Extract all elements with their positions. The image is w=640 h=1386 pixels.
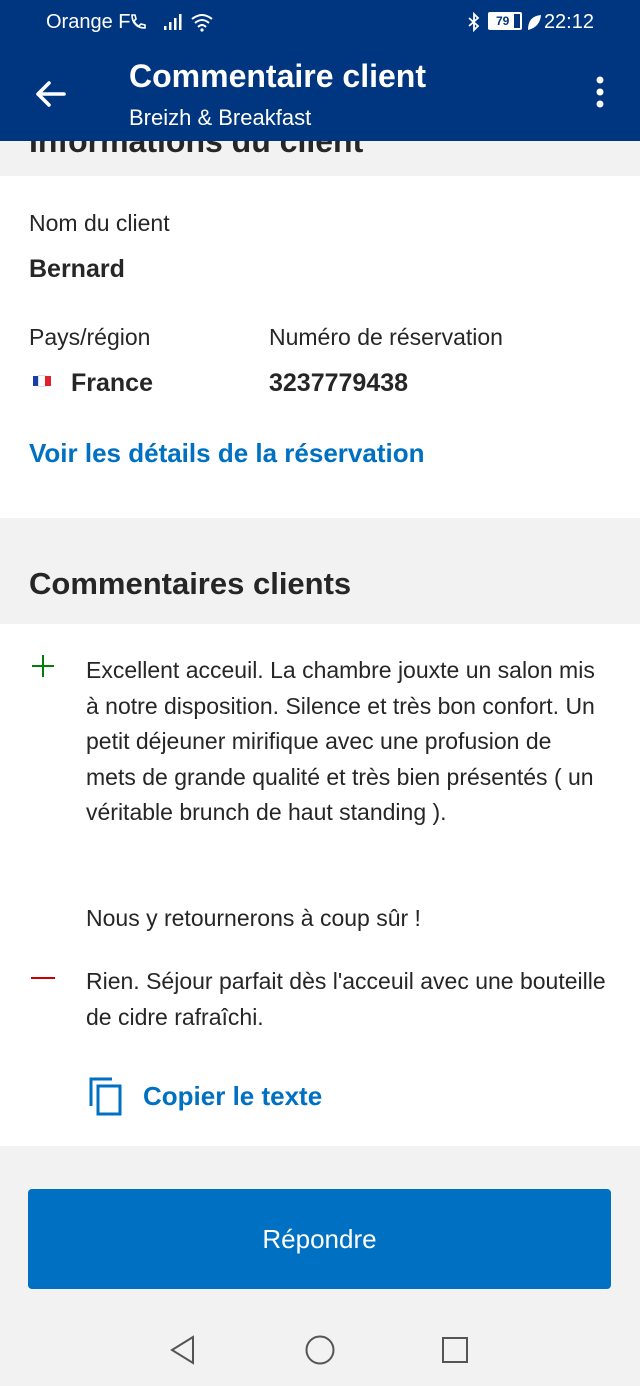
battery-icon: 79 (488, 12, 522, 30)
nav-back-icon[interactable] (168, 1334, 198, 1366)
wifi-icon (191, 14, 213, 32)
guest-info-card: Nom du client Bernard Pays/région France… (0, 176, 640, 518)
copy-text-label: Copier le texte (143, 1081, 323, 1111)
more-options-icon[interactable] (586, 74, 614, 110)
france-flag-icon (33, 375, 51, 387)
reviews-section-title: Commentaires clients (29, 566, 352, 601)
copy-icon (89, 1077, 122, 1116)
nav-home-icon[interactable] (304, 1334, 336, 1366)
positive-review-text: Excellent acceuil. La chambre jouxte un … (86, 657, 595, 825)
system-nav-bar (0, 1316, 640, 1386)
booking-number-label: Numéro de réservation (269, 324, 503, 350)
guest-name-label: Nom du client (29, 210, 170, 236)
reply-button[interactable]: Répondre (28, 1189, 611, 1289)
bluetooth-icon (468, 12, 480, 32)
positive-plus-icon (32, 655, 54, 677)
leaf-icon (528, 15, 541, 30)
view-booking-details-link[interactable]: Voir les détails de la réservation (29, 438, 424, 469)
clock: 22:12 (543, 11, 594, 33)
guest-name-value: Bernard (29, 255, 125, 283)
negative-review-text: Rien. Séjour parfait dès l'acceuil avec … (86, 968, 606, 1030)
wifi-call-icon (131, 14, 146, 29)
reviews-card: Excellent acceuil. La chambre jouxte un … (0, 624, 640, 1146)
country-label: Pays/région (29, 324, 151, 350)
page-title: Commentaire client (129, 58, 426, 94)
positive-review-closing: Nous y retournerons à coup sûr ! (86, 905, 421, 931)
status-bar: Orange F 79 22:12 (0, 0, 640, 44)
negative-minus-icon (31, 977, 55, 979)
nav-recents-icon[interactable] (441, 1336, 469, 1364)
booking-number-value: 3237779438 (269, 369, 409, 397)
carrier-name: Orange F (46, 11, 131, 33)
guest-info-title: Informations du client (29, 141, 364, 159)
country-value: France (71, 369, 153, 397)
app-bar: Commentaire client Breizh & Breakfast (0, 44, 640, 141)
signal-icon (164, 14, 182, 30)
copy-text-button[interactable]: Copier le texte (88, 1076, 588, 1120)
guest-info-section-header: Informations du client (0, 141, 640, 176)
back-arrow-icon[interactable] (30, 74, 70, 114)
property-name: Breizh & Breakfast (129, 105, 312, 130)
